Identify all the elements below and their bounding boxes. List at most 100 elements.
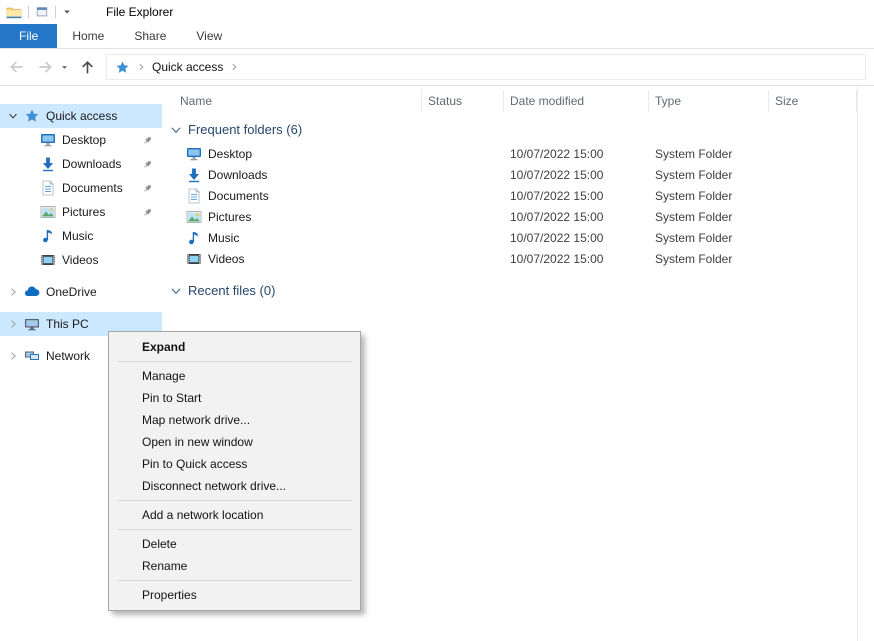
context-menu-item-manage[interactable]: Manage xyxy=(109,365,360,387)
context-menu-item-delete[interactable]: Delete xyxy=(109,533,360,555)
sidebar-item-label: Downloads xyxy=(62,157,121,171)
chevron-down-icon[interactable] xyxy=(8,111,18,121)
music-icon xyxy=(186,230,202,246)
group-header-frequent-folders[interactable]: Frequent folders (6) xyxy=(170,122,874,137)
menu-separator xyxy=(117,500,352,501)
menu-separator xyxy=(117,580,352,581)
chevron-right-icon[interactable] xyxy=(8,319,18,329)
file-type: System Folder xyxy=(649,189,769,203)
tab-share[interactable]: Share xyxy=(119,24,181,48)
context-menu: Expand Manage Pin to Start Map network d… xyxy=(108,331,361,611)
pin-icon xyxy=(142,135,153,146)
title-bar: File Explorer xyxy=(0,0,874,24)
file-date-modified: 10/07/2022 15:00 xyxy=(504,231,649,245)
file-name: Music xyxy=(208,231,239,245)
downloads-icon xyxy=(186,167,202,183)
file-explorer-window: File Explorer File Home Share View Quick… xyxy=(0,0,874,641)
breadcrumb-chevron-icon[interactable] xyxy=(137,63,145,71)
network-icon xyxy=(24,348,40,364)
pin-icon xyxy=(142,207,153,218)
file-name-cell: Documents xyxy=(162,188,422,204)
chevron-right-icon[interactable] xyxy=(8,351,18,361)
sidebar-item-label: Documents xyxy=(62,181,123,195)
recent-locations-caret-icon[interactable] xyxy=(60,63,69,72)
pin-icon xyxy=(142,159,153,170)
sidebar-item-label: OneDrive xyxy=(46,285,97,299)
breadcrumb-chevron-icon[interactable] xyxy=(230,63,238,71)
file-row-documents[interactable]: Documents 10/07/2022 15:00 System Folder xyxy=(162,185,874,206)
context-menu-item-pin-to-start[interactable]: Pin to Start xyxy=(109,387,360,409)
chevron-right-icon[interactable] xyxy=(8,287,18,297)
file-row-pictures[interactable]: Pictures 10/07/2022 15:00 System Folder xyxy=(162,206,874,227)
file-date-modified: 10/07/2022 15:00 xyxy=(504,210,649,224)
context-menu-item-map-network-drive[interactable]: Map network drive... xyxy=(109,409,360,431)
file-row-videos[interactable]: Videos 10/07/2022 15:00 System Folder xyxy=(162,248,874,269)
sidebar-item-videos[interactable]: Videos xyxy=(0,248,162,272)
videos-icon xyxy=(186,251,202,267)
file-name: Documents xyxy=(208,189,269,203)
quick-access-icon xyxy=(115,60,130,75)
context-menu-item-expand[interactable]: Expand xyxy=(109,336,360,358)
column-header-status[interactable]: Status xyxy=(422,90,504,112)
ribbon-tabs: File Home Share View xyxy=(0,24,874,49)
column-header-size[interactable]: Size xyxy=(769,90,857,112)
quick-access-toolbar-icon[interactable] xyxy=(35,5,49,19)
context-menu-item-rename[interactable]: Rename xyxy=(109,555,360,577)
file-name: Downloads xyxy=(208,168,267,182)
context-menu-item-disconnect-network-drive[interactable]: Disconnect network drive... xyxy=(109,475,360,497)
file-type: System Folder xyxy=(649,147,769,161)
this-pc-icon xyxy=(24,316,40,332)
file-date-modified: 10/07/2022 15:00 xyxy=(504,252,649,266)
file-row-downloads[interactable]: Downloads 10/07/2022 15:00 System Folder xyxy=(162,164,874,185)
sidebar-item-music[interactable]: Music xyxy=(0,224,162,248)
file-row-music[interactable]: Music 10/07/2022 15:00 System Folder xyxy=(162,227,874,248)
sidebar-item-label: Quick access xyxy=(46,109,117,123)
context-menu-item-properties[interactable]: Properties xyxy=(109,584,360,606)
window-title: File Explorer xyxy=(106,5,173,19)
sidebar-item-label: Music xyxy=(62,229,93,243)
column-header-date-modified[interactable]: Date modified xyxy=(504,90,649,112)
breadcrumb-quick-access[interactable]: Quick access xyxy=(152,60,223,74)
explorer-app-icon[interactable] xyxy=(6,4,22,20)
sidebar-item-label: Pictures xyxy=(62,205,105,219)
tab-home[interactable]: Home xyxy=(57,24,119,48)
file-name-cell: Music xyxy=(162,230,422,246)
forward-button[interactable] xyxy=(36,58,54,76)
onedrive-icon xyxy=(24,284,40,300)
file-rows: Desktop 10/07/2022 15:00 System Folder D… xyxy=(162,143,874,269)
column-headers: Name Status Date modified Type Size xyxy=(162,90,874,112)
file-type: System Folder xyxy=(649,252,769,266)
address-bar[interactable]: Quick access xyxy=(106,54,866,80)
column-edge-divider xyxy=(857,86,858,641)
group-label: Frequent folders (6) xyxy=(188,122,302,137)
toolbar-separator xyxy=(28,6,29,18)
file-row-desktop[interactable]: Desktop 10/07/2022 15:00 System Folder xyxy=(162,143,874,164)
file-name-cell: Videos xyxy=(162,251,422,267)
context-menu-item-open-in-new-window[interactable]: Open in new window xyxy=(109,431,360,453)
up-button[interactable] xyxy=(79,59,96,76)
sidebar-item-quick-access[interactable]: Quick access xyxy=(0,104,162,128)
file-name-cell: Pictures xyxy=(162,209,422,225)
sidebar-item-downloads[interactable]: Downloads xyxy=(0,152,162,176)
documents-icon xyxy=(40,180,56,196)
back-button[interactable] xyxy=(8,58,26,76)
sidebar-item-label: Network xyxy=(46,349,90,363)
tab-file[interactable]: File xyxy=(0,24,57,48)
sidebar-item-onedrive[interactable]: OneDrive xyxy=(0,280,162,304)
file-name-cell: Downloads xyxy=(162,167,422,183)
file-name: Videos xyxy=(208,252,244,266)
videos-icon xyxy=(40,252,56,268)
tab-view[interactable]: View xyxy=(181,24,237,48)
documents-icon xyxy=(186,188,202,204)
context-menu-item-add-network-location[interactable]: Add a network location xyxy=(109,504,360,526)
sidebar-item-documents[interactable]: Documents xyxy=(0,176,162,200)
context-menu-item-pin-to-quick-access[interactable]: Pin to Quick access xyxy=(109,453,360,475)
pictures-icon xyxy=(40,204,56,220)
group-header-recent-files[interactable]: Recent files (0) xyxy=(170,283,874,298)
customize-toolbar-caret-icon[interactable] xyxy=(62,7,72,17)
file-name-cell: Desktop xyxy=(162,146,422,162)
sidebar-item-desktop[interactable]: Desktop xyxy=(0,128,162,152)
column-header-name[interactable]: Name xyxy=(162,90,422,112)
column-header-type[interactable]: Type xyxy=(649,90,769,112)
sidebar-item-pictures[interactable]: Pictures xyxy=(0,200,162,224)
